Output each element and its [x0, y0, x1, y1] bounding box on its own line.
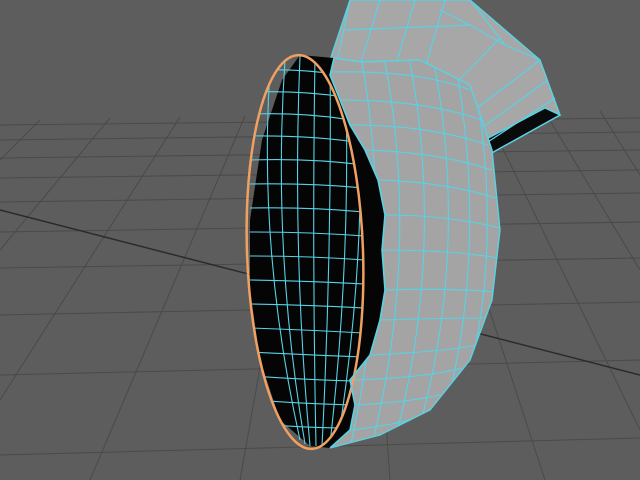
- 3d-viewport[interactable]: [0, 0, 640, 480]
